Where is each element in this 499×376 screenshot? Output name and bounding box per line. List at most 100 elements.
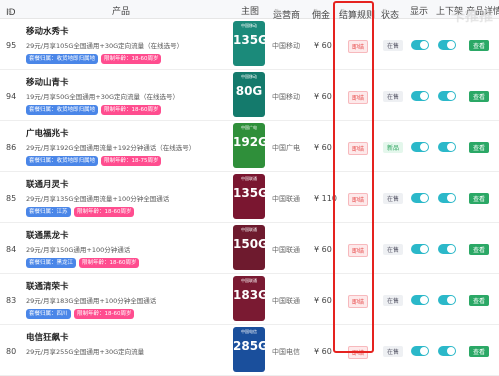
table-row: 86 广电福兆卡 29元/月享192G全国通用流量+192分钟通话（在线选号） 套餐归… — [0, 121, 499, 172]
region-tag: 套餐归属：江苏 — [26, 207, 71, 217]
operator: 中国联通 — [272, 246, 300, 254]
settlement-rule-badge: 即结 — [348, 193, 369, 206]
view-button[interactable]: 查看 — [469, 346, 490, 357]
row-id: 80 — [6, 347, 17, 356]
listing-toggle[interactable] — [438, 40, 456, 50]
table-header: ID ⇅ 产品 主图 运营商 ⇅ 佣金 ⇅ 结算规则 ⇅ 状态 ⇅ 显示 上下架 产品详情 — [0, 0, 499, 21]
view-button[interactable]: 查看 — [469, 295, 490, 306]
col-display: 显示 — [410, 7, 429, 17]
listing-toggle[interactable] — [438, 244, 456, 254]
product-title[interactable]: 广电福兆卡 — [26, 127, 69, 139]
sort-icon[interactable]: ⇅ — [340, 8, 346, 16]
listing-toggle[interactable] — [438, 346, 456, 356]
thumb-brand: 中国联通 — [241, 227, 257, 232]
product-thumbnail[interactable]: 中国联通 150G — [233, 225, 265, 270]
region-tag: 套餐归属：四川 — [26, 309, 71, 319]
product-desc: 29元/月享192G全国通用流量+192分钟通话（在线选号） — [26, 144, 196, 152]
operator: 中国移动 — [272, 93, 300, 101]
sort-icon[interactable]: ⇅ — [313, 8, 319, 16]
display-toggle[interactable] — [411, 295, 429, 305]
product-title[interactable]: 联通清荣卡 — [26, 280, 69, 292]
product-title[interactable]: 移动山青卡 — [26, 76, 69, 88]
age-tag: 限制年龄：18-60周岁 — [74, 207, 135, 217]
thumb-data-amount: 285G — [233, 339, 265, 353]
display-toggle[interactable] — [411, 40, 429, 50]
age-tag: 限制年龄：18-60周岁 — [101, 54, 162, 64]
table-row: 95 移动水秀卡 29元/月享105G全国通用+30G定向流量（在线选号） 套餐归属：… — [0, 19, 499, 70]
thumb-data-amount: 135G — [233, 186, 265, 200]
region-tag: 套餐归属：收货地即归属地 — [26, 156, 99, 166]
col-image: 主图 — [241, 7, 260, 17]
region-tag: 套餐归属：黑龙江 — [26, 258, 77, 268]
age-tag: 限制年龄：18-75周岁 — [101, 156, 162, 166]
table-row: 83 联通清荣卡 29元/月享183G全国通用+100分钟全国通话 套餐归属：四川 限制… — [0, 274, 499, 325]
table-row: 85 联通月灵卡 29元/月享135G全国通用流量+100分钟全国通话 套餐归属：江苏… — [0, 172, 499, 223]
thumb-data-amount: 183G — [233, 288, 265, 302]
thumb-data-amount: 135G — [233, 33, 265, 47]
product-desc: 29元/月享255G全国通用+30G定向流量 — [26, 348, 145, 356]
commission-price: ¥ 60 — [314, 296, 332, 305]
sort-icon[interactable]: ⇅ — [7, 8, 13, 16]
view-button[interactable]: 查看 — [469, 193, 490, 204]
display-toggle[interactable] — [411, 193, 429, 203]
view-button[interactable]: 查看 — [469, 91, 490, 102]
listing-toggle[interactable] — [438, 91, 456, 101]
display-toggle[interactable] — [411, 346, 429, 356]
product-thumbnail[interactable]: 中国电信 285G — [233, 327, 265, 372]
sort-icon[interactable]: ⇅ — [382, 8, 388, 16]
status-badge: 在售 — [383, 193, 404, 204]
region-tag: 套餐归属：收货地即归属地 — [26, 54, 99, 64]
listing-toggle[interactable] — [438, 295, 456, 305]
product-desc: 29元/月享183G全国通用+100分钟全国通话 — [26, 297, 157, 305]
product-thumbnail[interactable]: 中国联通 135G — [233, 174, 265, 219]
product-thumbnail[interactable]: 中国广电 192G — [233, 123, 265, 168]
thumb-brand: 中国广电 — [241, 125, 257, 130]
display-toggle[interactable] — [411, 91, 429, 101]
operator: 中国联通 — [272, 195, 300, 203]
settlement-rule-badge: 即结 — [348, 40, 369, 53]
region-tag: 套餐归属：收货地即归属地 — [26, 105, 99, 115]
settlement-rule-badge: 即结 — [348, 346, 369, 359]
display-toggle[interactable] — [411, 142, 429, 152]
product-thumbnail[interactable]: 中国移动 80G — [233, 72, 265, 117]
view-button[interactable]: 查看 — [469, 40, 490, 51]
view-button[interactable]: 查看 — [469, 244, 490, 255]
settlement-rule-badge: 即结 — [348, 244, 369, 257]
table-row: 84 联通黑龙卡 29元/月享150G通用+100分钟通话 套餐归属：黑龙江 限制年龄：… — [0, 223, 499, 274]
commission-price: ¥ 110 — [314, 194, 337, 203]
status-badge: 新品 — [383, 142, 404, 153]
listing-toggle[interactable] — [438, 193, 456, 203]
operator: 中国移动 — [272, 42, 300, 50]
age-tag: 限制年龄：18-60周岁 — [74, 309, 135, 319]
operator: 中国广电 — [272, 144, 300, 152]
product-thumbnail[interactable]: 中国移动 135G — [233, 21, 265, 66]
col-product: 产品 — [112, 7, 131, 17]
sort-icon[interactable]: ⇅ — [274, 8, 280, 16]
status-badge: 在售 — [383, 295, 404, 306]
thumb-brand: 中国移动 — [241, 74, 257, 79]
table-row: 80 电信狂飙卡 29元/月享255G全国通用+30G定向流量 中国电信 285G 中国电… — [0, 325, 499, 376]
product-desc: 29元/月享135G全国通用流量+100分钟全国通话 — [26, 195, 170, 203]
thumb-brand: 中国联通 — [241, 176, 257, 181]
product-title[interactable]: 电信狂飙卡 — [26, 331, 69, 343]
display-toggle[interactable] — [411, 244, 429, 254]
product-thumbnail[interactable]: 中国联通 183G — [233, 276, 265, 321]
row-id: 95 — [6, 41, 17, 50]
listing-toggle[interactable] — [438, 142, 456, 152]
row-id: 83 — [6, 296, 17, 305]
thumb-data-amount: 150G — [233, 237, 265, 251]
product-desc: 29元/月享105G全国通用+30G定向流量（在线选号） — [26, 42, 184, 50]
product-title[interactable]: 联通黑龙卡 — [26, 229, 69, 241]
row-id: 85 — [6, 194, 17, 203]
operator: 中国联通 — [272, 297, 300, 305]
product-title[interactable]: 联通月灵卡 — [26, 178, 69, 190]
product-title[interactable]: 移动水秀卡 — [26, 25, 69, 37]
view-button[interactable]: 查看 — [469, 142, 490, 153]
status-badge: 在售 — [383, 40, 404, 51]
product-desc: 19元/月享50G全国通用+30G定向流量（在线选号） — [26, 93, 180, 101]
table-row: 94 移动山青卡 19元/月享50G全国通用+30G定向流量（在线选号） 套餐归属：收… — [0, 70, 499, 121]
thumb-data-amount: 192G — [233, 135, 265, 149]
settlement-rule-badge: 即结 — [348, 91, 369, 104]
product-desc: 29元/月享150G通用+100分钟通话 — [26, 246, 131, 254]
operator: 中国电信 — [272, 348, 300, 356]
